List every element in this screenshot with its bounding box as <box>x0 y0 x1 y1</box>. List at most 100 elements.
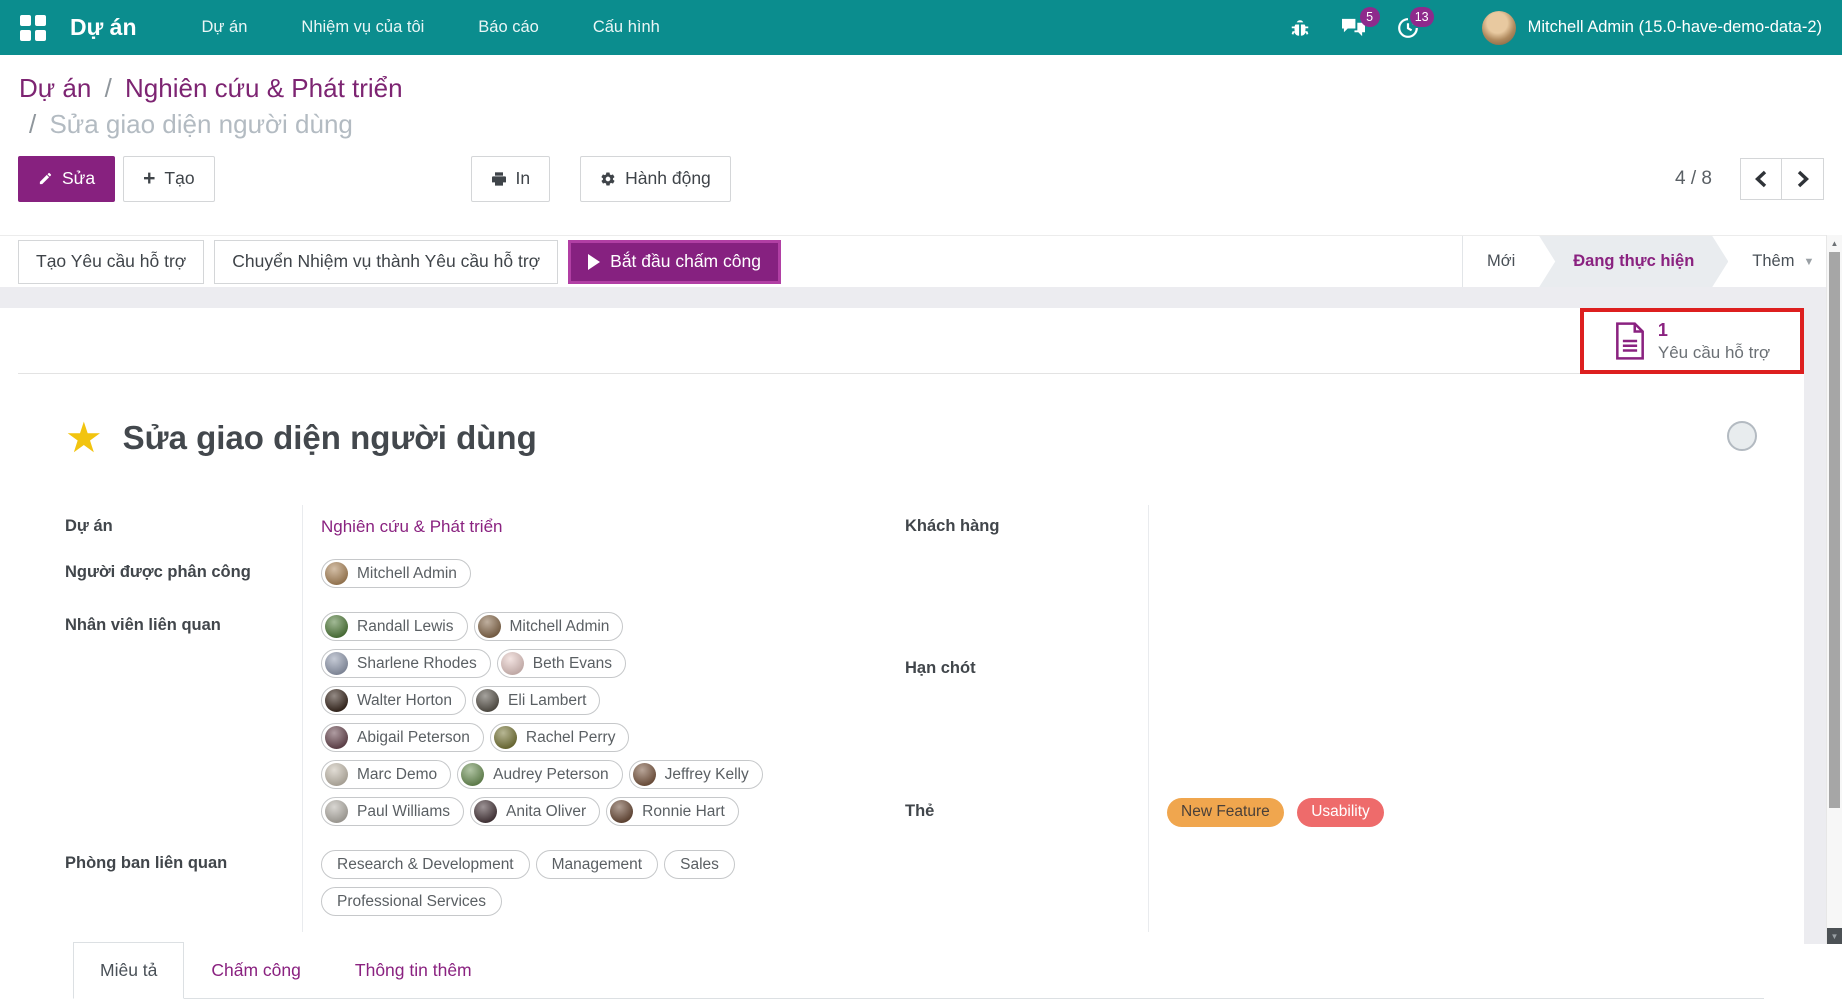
menu-cau-hinh[interactable]: Cấu hình <box>566 0 687 55</box>
employee-tag[interactable]: Randall Lewis <box>321 612 468 641</box>
department-tag[interactable]: Management <box>536 850 658 879</box>
user-avatar <box>1482 11 1516 45</box>
caret-down-icon: ▼ <box>1803 256 1814 268</box>
document-icon <box>1614 322 1646 360</box>
department-tag[interactable]: Sales <box>664 850 735 879</box>
user-menu[interactable]: Mitchell Admin (15.0-have-demo-data-2) <box>1482 11 1822 45</box>
activities-clock-icon[interactable]: 13 <box>1396 16 1420 40</box>
print-button[interactable]: In <box>471 156 551 202</box>
start-timesheet-button[interactable]: Bắt đầu chấm công <box>568 240 781 284</box>
form-sheet: 1 Yêu cầu hỗ trợ ★ Sửa giao diện người d… <box>0 308 1804 944</box>
departments-field-label: Phòng ban liên quan <box>65 842 303 932</box>
breadcrumb-separator-2: / <box>19 109 42 139</box>
assignee-tag[interactable]: Mitchell Admin <box>321 559 471 588</box>
employees-field-value: Randall Lewis Mitchell Admin Sharlene Rh… <box>321 612 771 834</box>
avatar <box>325 652 348 675</box>
avatar <box>325 615 348 638</box>
ticket-label: Yêu cầu hỗ trợ <box>1658 342 1770 363</box>
employee-tag[interactable]: Marc Demo <box>321 760 451 789</box>
app-brand[interactable]: Dự án <box>70 14 137 41</box>
employee-tag[interactable]: Beth Evans <box>497 649 626 678</box>
top-menu: Dự án Nhiệm vụ của tôi Báo cáo Cấu hình <box>175 0 687 55</box>
create-ticket-button[interactable]: Tạo Yêu cầu hỗ trợ <box>18 240 204 284</box>
employee-tag[interactable]: Audrey Peterson <box>457 760 622 789</box>
breadcrumb: Dự án / Nghiên cứu & Phát triển / Sửa gi… <box>0 55 1842 143</box>
employee-tag[interactable]: Mitchell Admin <box>474 612 624 641</box>
top-navbar: Dự án Dự án Nhiệm vụ của tôi Báo cáo Cấu… <box>0 0 1842 55</box>
employee-tag[interactable]: Rachel Perry <box>490 723 630 752</box>
edit-button[interactable]: Sửa <box>18 156 115 202</box>
breadcrumb-root[interactable]: Dự án <box>19 73 91 103</box>
tag-new-feature[interactable]: New Feature <box>1167 798 1284 827</box>
deadline-field-value[interactable] <box>1149 647 1425 789</box>
avatar <box>476 689 499 712</box>
employee-tag[interactable]: Paul Williams <box>321 797 464 826</box>
employee-tag[interactable]: Jeffrey Kelly <box>629 760 763 789</box>
ticket-smart-button[interactable]: 1 Yêu cầu hỗ trợ <box>1580 308 1804 374</box>
statusbar: Tạo Yêu cầu hỗ trợ Chuyển Nhiệm vụ thành… <box>0 235 1826 287</box>
avatar <box>325 800 348 823</box>
project-field-label: Dự án <box>65 505 303 551</box>
field-group-left: Dự án Nghiên cứu & Phát triển Người được… <box>65 505 905 932</box>
employees-field-label: Nhân viên liên quan <box>65 604 303 842</box>
menu-du-an[interactable]: Dự án <box>175 0 275 55</box>
avatar <box>325 562 348 585</box>
user-name: Mitchell Admin (15.0-have-demo-data-2) <box>1528 18 1822 37</box>
pager-next-button[interactable] <box>1782 158 1824 200</box>
scroll-up-icon[interactable]: ▲ <box>1827 235 1842 251</box>
scrollbar-thumb[interactable] <box>1829 252 1840 808</box>
customer-field-value[interactable] <box>1149 505 1425 647</box>
avatar <box>474 800 497 823</box>
messages-badge: 5 <box>1360 7 1380 27</box>
breadcrumb-parent[interactable]: Nghiên cứu & Phát triển <box>125 73 403 103</box>
deadline-field-label: Hạn chót <box>905 647 1149 789</box>
debug-bug-icon[interactable] <box>1289 17 1311 39</box>
ticket-count: 1 <box>1658 319 1770 342</box>
employee-tag[interactable]: Walter Horton <box>321 686 466 715</box>
form-view: 1 Yêu cầu hỗ trợ ★ Sửa giao diện người d… <box>0 287 1842 944</box>
smart-button-box: 1 Yêu cầu hỗ trợ <box>18 308 1804 374</box>
tag-usability[interactable]: Usability <box>1297 798 1384 827</box>
avatar <box>494 726 517 749</box>
avatar <box>610 800 633 823</box>
messages-icon[interactable]: 5 <box>1341 16 1366 39</box>
stage-dang-thuc-hien[interactable]: Đang thực hiện <box>1539 236 1728 287</box>
control-panel: Dự án / Nghiên cứu & Phát triển / Sửa gi… <box>0 55 1842 235</box>
pencil-icon <box>38 171 53 186</box>
department-tag[interactable]: Professional Services <box>321 887 502 916</box>
departments-field-value: Research & Development Management Sales … <box>321 850 771 924</box>
tab-thong-tin-them[interactable]: Thông tin thêm <box>328 942 499 999</box>
activities-badge: 13 <box>1410 7 1434 27</box>
stage-them[interactable]: Thêm ▼ <box>1728 236 1838 287</box>
action-button[interactable]: Hành động <box>580 156 731 202</box>
menu-nhiem-vu-cua-toi[interactable]: Nhiệm vụ của tôi <box>274 0 451 55</box>
avatar <box>633 763 656 786</box>
customer-field-label: Khách hàng <box>905 505 1149 647</box>
project-field-value[interactable]: Nghiên cứu & Phát triển <box>321 517 502 536</box>
tab-mieu-ta[interactable]: Miêu tả <box>73 942 184 999</box>
avatar <box>461 763 484 786</box>
tags-field-label: Thẻ <box>905 790 1149 932</box>
vertical-scrollbar[interactable]: ▲ ▼ <box>1826 235 1842 944</box>
assignee-field-label: Người được phân công <box>65 551 303 604</box>
pager-previous-button[interactable] <box>1740 158 1782 200</box>
department-tag[interactable]: Research & Development <box>321 850 530 879</box>
employee-tag[interactable]: Eli Lambert <box>472 686 600 715</box>
employee-tag[interactable]: Abigail Peterson <box>321 723 484 752</box>
favorite-star-icon[interactable]: ★ <box>65 417 103 459</box>
gear-icon <box>600 171 616 187</box>
create-button[interactable]: + Tạo <box>123 156 214 202</box>
employee-tag[interactable]: Ronnie Hart <box>606 797 739 826</box>
menu-bao-cao[interactable]: Báo cáo <box>451 0 566 55</box>
kanban-state-icon[interactable] <box>1727 421 1757 451</box>
tab-cham-cong[interactable]: Chấm công <box>184 942 328 999</box>
content-right-margin <box>1804 287 1826 944</box>
avatar <box>478 615 501 638</box>
convert-task-button[interactable]: Chuyển Nhiệm vụ thành Yêu cầu hỗ trợ <box>214 240 558 284</box>
field-group-right: Khách hàng Hạn chót Thẻ New Feature Usab… <box>905 505 1425 932</box>
apps-menu-icon[interactable] <box>20 15 46 41</box>
scroll-down-icon[interactable]: ▼ <box>1827 928 1842 944</box>
stage-moi[interactable]: Mới <box>1463 236 1539 287</box>
employee-tag[interactable]: Anita Oliver <box>470 797 600 826</box>
employee-tag[interactable]: Sharlene Rhodes <box>321 649 491 678</box>
